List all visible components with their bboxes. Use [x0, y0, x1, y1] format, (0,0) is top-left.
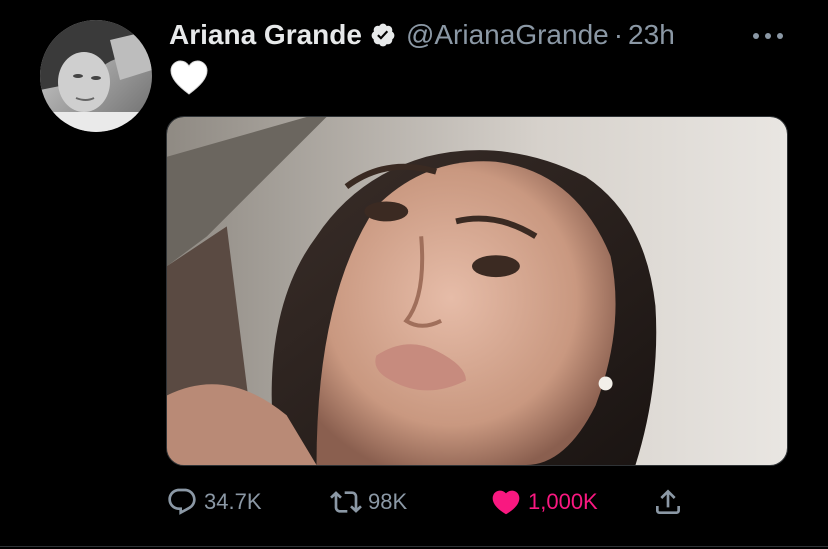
reply-icon: [166, 486, 198, 518]
tweet-actions: 34.7K 98K 1,000K: [0, 480, 828, 524]
share-icon: [652, 486, 684, 518]
retweet-icon: [330, 486, 362, 518]
tweet[interactable]: Ariana Grande @ArianaGrande · 23h 34.7K …: [0, 0, 828, 549]
more-options-icon[interactable]: [751, 26, 785, 46]
avatar[interactable]: [40, 20, 152, 132]
profile-photo-icon: [40, 20, 152, 132]
reply-count: 34.7K: [204, 489, 262, 514]
heart-filled-icon: [490, 486, 522, 518]
author-handle[interactable]: @ArianaGrande: [406, 19, 609, 51]
like-button[interactable]: 1,000K: [490, 480, 598, 524]
retweet-button[interactable]: 98K: [330, 480, 407, 524]
meta-separator: ·: [613, 19, 624, 50]
white-heart-emoji-icon: [169, 58, 209, 98]
retweet-count: 98K: [368, 489, 408, 514]
tweet-timestamp[interactable]: 23h: [628, 19, 675, 51]
reply-button[interactable]: 34.7K: [166, 480, 262, 524]
share-button[interactable]: [652, 480, 684, 524]
bottom-divider: [0, 546, 828, 547]
verified-badge-icon: [370, 22, 396, 48]
tweet-header: Ariana Grande @ArianaGrande · 23h: [169, 14, 789, 56]
author-display-name[interactable]: Ariana Grande: [169, 19, 362, 51]
like-count: 1,000K: [528, 489, 598, 514]
selfie-photo-icon: [167, 117, 787, 465]
tweet-media-photo[interactable]: [166, 116, 788, 466]
